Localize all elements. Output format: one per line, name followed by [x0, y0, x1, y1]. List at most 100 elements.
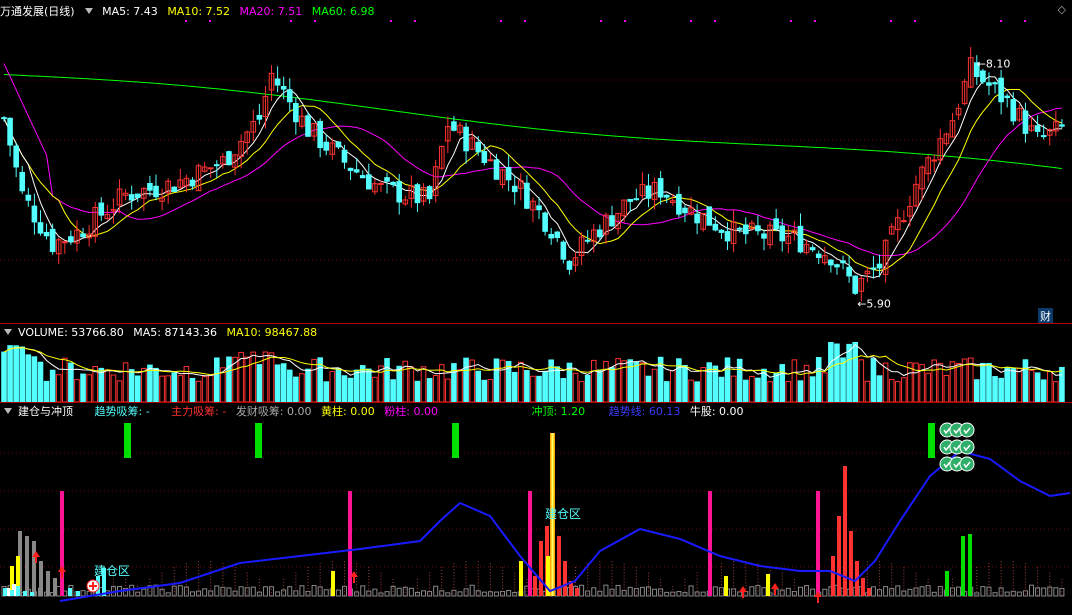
candle-body — [493, 159, 500, 180]
volume-bar — [426, 378, 433, 402]
volume-bar — [280, 363, 287, 402]
candle-body — [554, 231, 561, 239]
small-bar — [421, 590, 427, 597]
candle-body — [49, 228, 56, 253]
top-rush-readout: 冲顶: 1.20 — [531, 405, 586, 418]
signal-dot — [1000, 20, 1002, 22]
small-bar — [311, 585, 317, 597]
candle-body — [31, 205, 38, 223]
volume-bar — [809, 376, 816, 402]
volume-bar — [694, 381, 700, 402]
candle-body — [755, 225, 761, 232]
volume-bar — [74, 379, 80, 402]
gray-bar — [46, 571, 50, 596]
volume-bar — [791, 359, 798, 402]
pink-column — [816, 491, 820, 596]
price-chart: ←8.10 ←5.90 — [0, 20, 1072, 311]
finance-badge[interactable]: 财 — [1038, 308, 1053, 324]
dropdown-icon[interactable] — [84, 8, 93, 14]
candle-body — [566, 260, 573, 270]
candle-body — [390, 181, 396, 186]
candle-body — [207, 167, 214, 170]
up-arrow-icon — [58, 566, 66, 578]
volume-bar — [177, 375, 184, 402]
small-bar — [80, 590, 86, 597]
red-bar — [867, 588, 871, 596]
red-bar — [837, 516, 841, 596]
candle-body — [676, 193, 682, 215]
volume-bar — [341, 375, 348, 402]
candle-body — [353, 169, 360, 173]
signal-dot — [914, 20, 916, 22]
signal-dot — [600, 20, 602, 22]
stock-title[interactable]: 万通发展(日线) — [0, 5, 75, 18]
dropdown-icon[interactable] — [4, 408, 12, 414]
dropdown-icon[interactable] — [4, 329, 12, 335]
cyan-bar — [10, 590, 14, 596]
volume-bar — [888, 378, 895, 402]
volume-bar — [499, 359, 506, 402]
check-circle-icon — [959, 422, 975, 438]
small-bar — [408, 587, 414, 597]
small-bar — [937, 586, 943, 597]
volume-bar — [86, 374, 92, 402]
candle-body — [846, 266, 852, 277]
small-bar — [433, 585, 439, 597]
cyan-bar — [30, 592, 34, 596]
volume-bar — [323, 381, 330, 402]
candle-body — [274, 78, 281, 86]
volume-bar — [639, 362, 646, 402]
indicator-name[interactable]: 建仓与冲顶 — [18, 405, 73, 418]
small-bar — [676, 591, 682, 597]
volume-bar — [244, 356, 250, 402]
volume-bar — [736, 358, 743, 402]
small-bar — [226, 587, 232, 597]
small-bar — [931, 591, 937, 597]
volume-bar — [49, 369, 56, 402]
green-bar — [961, 536, 965, 596]
signal-dot — [290, 20, 292, 22]
small-bar — [469, 584, 475, 597]
candle-body — [147, 183, 153, 191]
volume-bar — [487, 378, 494, 402]
volume-bar — [25, 354, 32, 402]
volume-bar — [773, 372, 779, 402]
volume-bar — [475, 370, 482, 402]
volume-bar — [645, 375, 652, 402]
candle-body — [226, 151, 232, 166]
volume-bar — [1016, 367, 1023, 402]
volume-bar — [864, 380, 871, 402]
small-bar — [579, 584, 585, 597]
yellow-bar — [519, 561, 523, 596]
small-bar — [603, 584, 609, 597]
small-bar — [323, 589, 329, 597]
signal-block — [452, 423, 459, 458]
volume-bar — [43, 380, 50, 402]
candle-body — [548, 233, 555, 239]
candle-body — [809, 247, 816, 251]
candle-body — [323, 141, 330, 151]
volume-bar — [293, 376, 299, 402]
signal-dot — [314, 20, 316, 22]
volume-bar — [141, 367, 147, 402]
small-bar — [1029, 584, 1035, 597]
small-bar — [202, 588, 208, 597]
small-bar — [159, 588, 165, 597]
candle-body — [134, 193, 141, 198]
candle-body — [1034, 125, 1041, 132]
volume-bar — [201, 376, 208, 402]
small-bar — [980, 586, 986, 597]
collapse-icon[interactable]: ◇ — [1058, 3, 1066, 16]
volume-bar — [19, 346, 26, 402]
volume-bar — [481, 379, 488, 402]
volume-bar — [1053, 381, 1059, 402]
volume-bar — [104, 369, 111, 402]
volume-bar — [742, 379, 749, 402]
candle-body — [870, 267, 877, 270]
low-price-label: ←5.90 — [857, 298, 891, 311]
volume-bar — [548, 359, 555, 402]
small-bar — [445, 592, 451, 597]
volume-bar — [688, 379, 694, 402]
candle-body — [347, 167, 354, 171]
volume-bar — [876, 375, 883, 402]
